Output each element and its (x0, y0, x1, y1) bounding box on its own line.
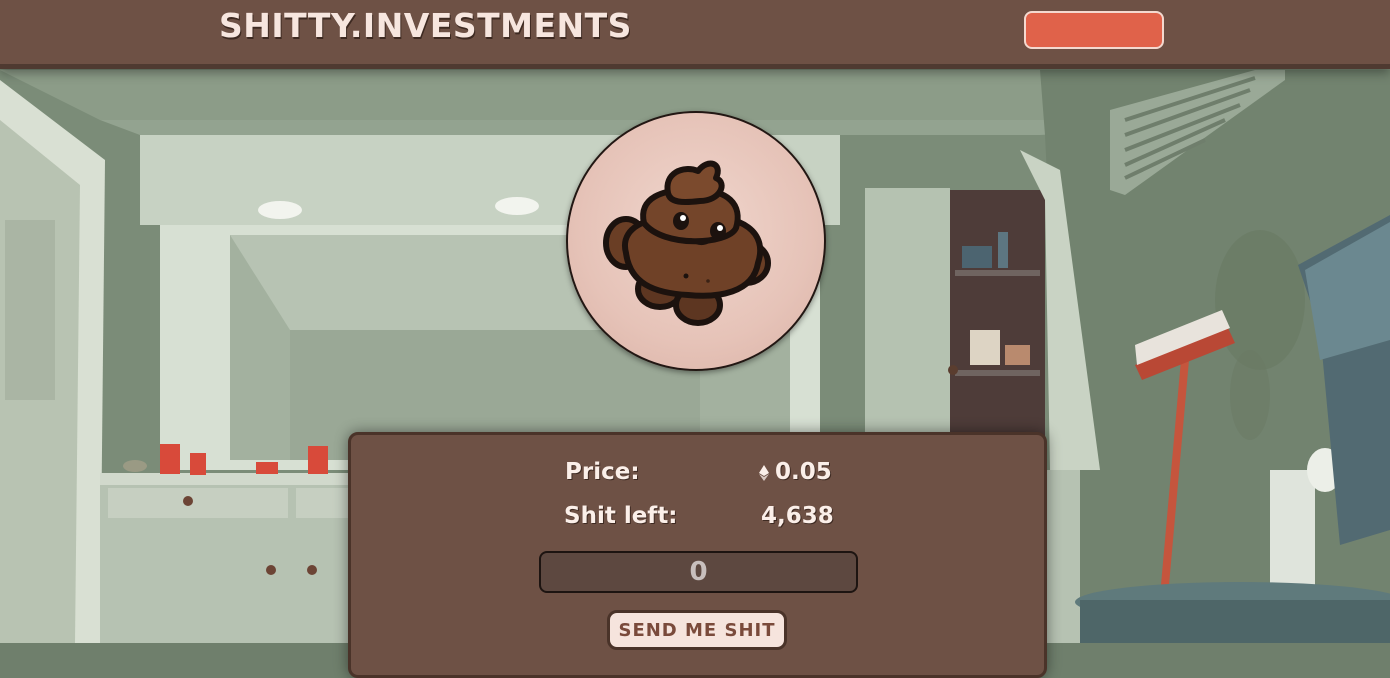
send-me-shit-button[interactable]: SEND ME SHIT (607, 610, 787, 650)
mint-panel: Price: 0.05 Shit left: 4,638 SEND ME SHI… (348, 432, 1047, 678)
supply-label: Shit left: (564, 503, 678, 529)
poop-mascot-avatar (566, 111, 826, 371)
supply-value: 4,638 (761, 503, 834, 529)
ethereum-icon (759, 464, 769, 481)
site-header: SHITTY.INVESTMENTS (0, 0, 1390, 69)
poop-mascot-icon (603, 160, 771, 326)
price-value: 0.05 (775, 459, 832, 485)
price-label: Price: (565, 459, 640, 485)
connect-wallet-button[interactable] (1024, 11, 1164, 49)
price-value-wrap: 0.05 (759, 459, 832, 485)
site-logo[interactable]: SHITTY.INVESTMENTS (219, 6, 632, 45)
quantity-input[interactable] (539, 551, 858, 593)
